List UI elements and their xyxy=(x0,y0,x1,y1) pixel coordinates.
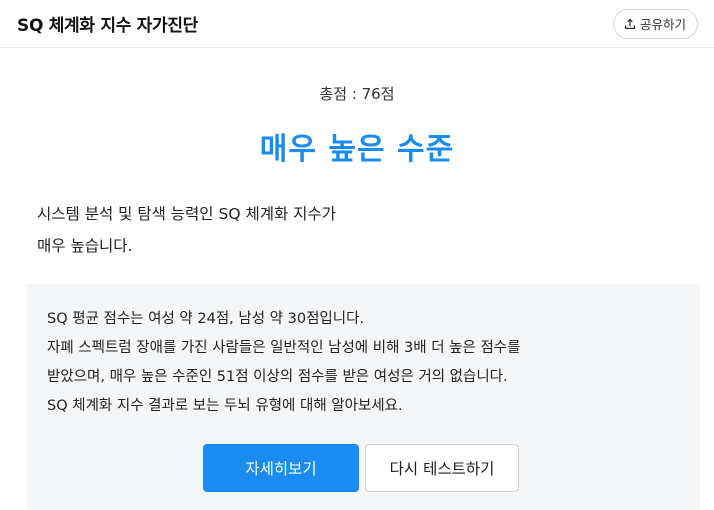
info-line: 자폐 스펙트럼 장애를 가진 사람들은 일반적인 남성에 비해 3배 더 높은 … xyxy=(47,340,521,356)
result-description-line: 매우 높습니다. xyxy=(37,237,133,255)
info-line: SQ 평균 점수는 여성 약 24점, 남성 약 30점입니다. xyxy=(47,311,365,327)
share-button-label: 공유하기 xyxy=(639,17,686,32)
share-button[interactable]: 공유하기 xyxy=(612,8,698,39)
total-score: 총점 : 76점 xyxy=(319,85,395,103)
retry-test-button[interactable]: 다시 테스트하기 xyxy=(365,444,519,492)
result-level: 매우 높은 수준 xyxy=(259,132,455,167)
result-description-line: 시스템 분석 및 탐색 능력인 SQ 체계화 지수가 xyxy=(37,205,336,223)
info-line: SQ 체계화 지수 결과로 보는 두뇌 유형에 대해 알아보세요. xyxy=(47,398,403,414)
info-line: 받았으며, 매우 높은 수준인 51점 이상의 점수를 받은 여성은 거의 없습… xyxy=(47,369,508,385)
info-text: SQ 평균 점수는 여성 약 24점, 남성 약 30점입니다. 자폐 스펙트럼… xyxy=(47,305,687,421)
info-box: SQ 평균 점수는 여성 약 24점, 남성 약 30점입니다. 자폐 스펙트럼… xyxy=(27,284,700,510)
share-upload-icon xyxy=(624,17,636,30)
details-button[interactable]: 자세히보기 xyxy=(203,444,359,492)
app-title: SQ 체계화 지수 자가진단 xyxy=(17,16,199,36)
action-buttons: 자세히보기 다시 테스트하기 xyxy=(203,444,519,492)
app-header: SQ 체계화 지수 자가진단 공유하기 xyxy=(0,0,714,48)
result-description: 시스템 분석 및 탐색 능력인 SQ 체계화 지수가 매우 높습니다. xyxy=(37,198,677,262)
